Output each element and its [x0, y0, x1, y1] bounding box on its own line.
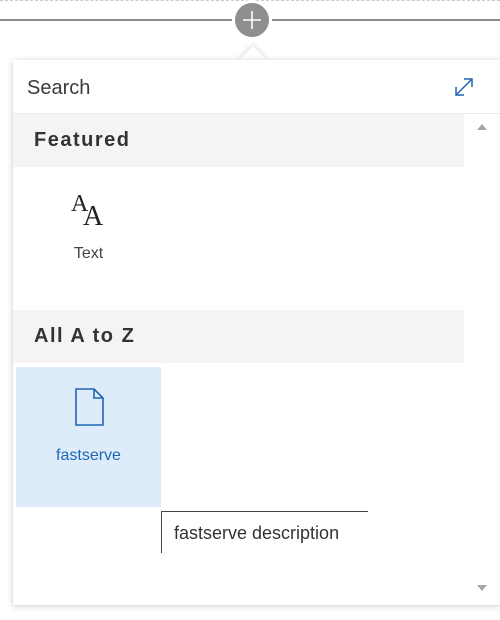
expand-icon[interactable] — [451, 74, 477, 100]
tile-label-fastserve: fastserve — [56, 447, 121, 464]
document-icon — [73, 387, 105, 431]
section-header-featured: Featured — [13, 114, 464, 167]
toolbox-content: Featured A A Text All A to Z fastserve f… — [13, 114, 464, 605]
section-header-all-a-to-z: All A to Z — [13, 310, 464, 363]
svg-text:A: A — [83, 201, 104, 229]
scroll-up-arrow-icon[interactable] — [477, 124, 487, 130]
webpart-tile-text[interactable]: A A Text — [16, 167, 161, 307]
search-row — [13, 60, 500, 114]
scrollbar[interactable] — [464, 114, 500, 605]
webpart-tile-fastserve[interactable]: fastserve — [16, 367, 161, 507]
fastserve-tooltip: fastserve description — [161, 511, 368, 553]
section-divider-right — [272, 19, 500, 21]
text-icon: A A — [65, 185, 113, 229]
toolbox-panel: Featured A A Text All A to Z fastserve f… — [13, 60, 500, 605]
plus-icon — [243, 11, 261, 29]
tile-label-text: Text — [73, 245, 104, 262]
section-divider-left — [0, 19, 232, 21]
search-input[interactable] — [27, 73, 447, 103]
scroll-down-arrow-icon[interactable] — [477, 585, 487, 591]
add-webpart-button[interactable] — [232, 0, 272, 40]
